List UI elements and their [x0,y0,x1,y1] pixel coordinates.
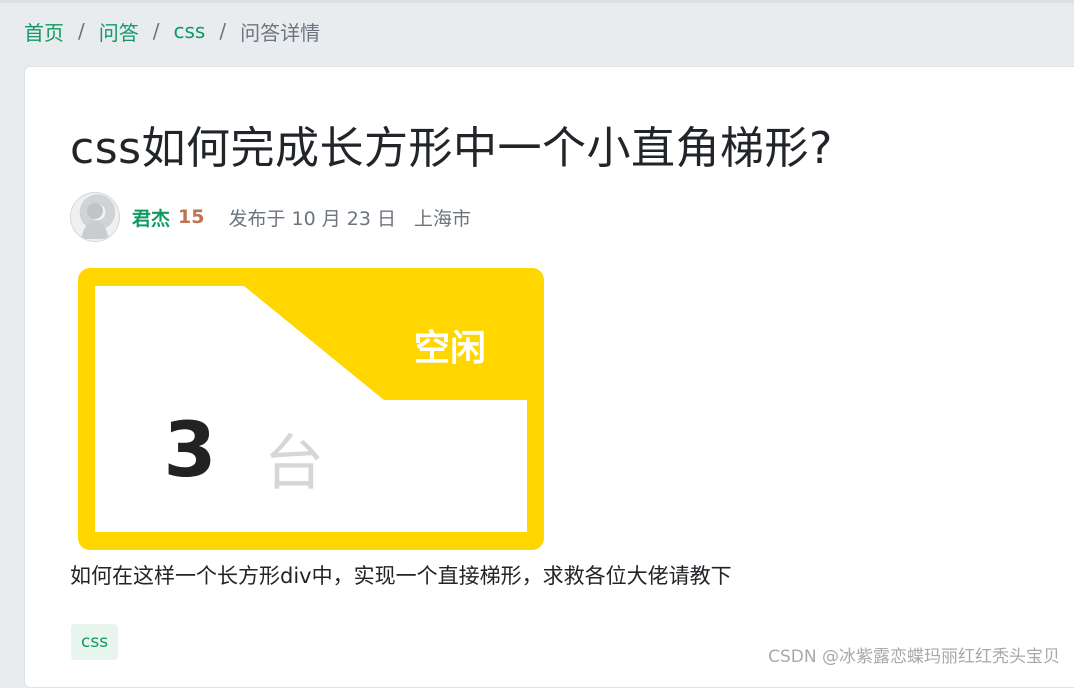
breadcrumb-home-link[interactable]: 首页 [24,17,64,46]
location: 上海市 [413,207,471,230]
status-label: 空闲 [414,328,486,369]
question-meta: 君杰 15 发布于 10 月 23 日 上海市 [70,192,471,242]
tag-css[interactable]: css [71,624,119,660]
author-name[interactable]: 君杰 [132,204,170,231]
breadcrumb: 首页 / 问答 / css / 问答详情 [24,16,320,46]
question-body: 如何在这样一个长方形div中，实现一个直接梯形，求救各位大佬请教下 [70,564,732,588]
watermark: CSDN @冰紫露恋蝶玛丽红红秃头宝贝 [768,647,1060,667]
breadcrumb-qa-link[interactable]: 问答 [99,17,139,46]
breadcrumb-separator: / [152,19,160,43]
top-border [0,0,1074,3]
count-unit: 台 [264,429,324,499]
question-title: css如何完成长方形中一个小直角梯形? [70,123,833,174]
published-date: 发布于 10 月 23 日 [228,207,396,230]
avatar[interactable] [70,192,120,242]
breadcrumb-separator: / [78,19,85,43]
count-value: 3 [164,405,217,494]
breadcrumb-separator: / [219,19,227,43]
question-image: 空闲 3 台 [78,268,544,550]
breadcrumb-css-link[interactable]: css [174,19,206,43]
breadcrumb-current: 问答详情 [240,20,321,45]
user-avatar-icon [81,203,109,239]
author-reputation: 15 [178,206,205,228]
